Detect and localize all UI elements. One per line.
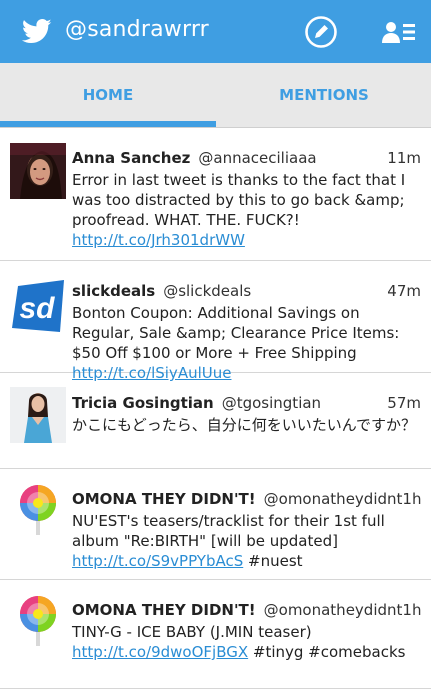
tweet-text: TINY-G - ICE BABY (J.MIN teaser) http://… bbox=[72, 622, 423, 662]
tweet-text: かこにもどったら、自分に何をいいたいんですか？ bbox=[72, 415, 423, 435]
tweet-content: slickdeals @slickdeals 47m Bonton Coupon… bbox=[72, 281, 423, 383]
lollipop-avatar[interactable] bbox=[10, 481, 66, 537]
tweet-text-body: TINY-G - ICE BABY (J.MIN teaser) bbox=[72, 623, 312, 641]
avatar[interactable] bbox=[10, 143, 66, 199]
tab-mentions[interactable]: MENTIONS bbox=[216, 63, 431, 127]
lollipop-avatar[interactable] bbox=[10, 592, 66, 648]
tweet-time: 1h bbox=[402, 601, 422, 619]
twitter-bird-icon[interactable] bbox=[22, 18, 52, 45]
tweet-meta: Anna Sanchez @annaceciliaaa 11m bbox=[72, 148, 423, 168]
author-name[interactable]: Anna Sanchez bbox=[72, 148, 190, 168]
avatar[interactable]: sd bbox=[10, 278, 66, 334]
author-screen-name[interactable]: @slickdeals bbox=[163, 281, 251, 301]
author-screen-name[interactable]: @annaceciliaaa bbox=[198, 148, 316, 168]
tweet-hashtags: #nuest bbox=[243, 552, 303, 570]
tweet-text-body: かこにもどったら、自分に何をいいたいんですか？ bbox=[72, 416, 416, 434]
author-name[interactable]: OMONA THEY DIDN'T! bbox=[72, 489, 256, 509]
tweet-link[interactable]: http://t.co/9dwoOFjBGX bbox=[72, 643, 248, 661]
author-name[interactable]: OMONA THEY DIDN'T! bbox=[72, 600, 256, 620]
tab-bar: HOME MENTIONS bbox=[0, 63, 431, 127]
compose-icon[interactable] bbox=[304, 15, 338, 49]
app-header: @sandrawrrr bbox=[0, 0, 431, 63]
tweet-meta: Tricia Gosingtian @tgosingtian 57m bbox=[72, 393, 423, 413]
svg-text:sd: sd bbox=[19, 292, 55, 325]
tweet-time: 1h bbox=[402, 490, 422, 508]
tweet-text-body: Error in last tweet is thanks to the fac… bbox=[72, 171, 406, 229]
tweet-time: 57m bbox=[387, 394, 421, 412]
author-name[interactable]: Tricia Gosingtian bbox=[72, 393, 214, 413]
tweet-content: OMONA THEY DIDN'T! @omonatheydidnt 1h TI… bbox=[72, 600, 423, 662]
author-screen-name[interactable]: @omonatheydidnt bbox=[264, 489, 403, 509]
people-icon[interactable] bbox=[382, 19, 416, 45]
tweet-row[interactable]: sd slickdeals @slickdeals 47m Bonton Cou… bbox=[0, 261, 431, 382]
tweet-time: 47m bbox=[387, 282, 421, 300]
account-handle: @sandrawrrr bbox=[65, 17, 209, 42]
tweet-text: Bonton Coupon: Additional Savings on Reg… bbox=[72, 303, 423, 383]
tweet-time: 11m bbox=[387, 149, 421, 167]
tweet-meta: OMONA THEY DIDN'T! @omonatheydidnt 1h bbox=[72, 600, 423, 620]
tweet-meta: slickdeals @slickdeals 47m bbox=[72, 281, 423, 301]
author-name[interactable]: slickdeals bbox=[72, 281, 155, 301]
author-screen-name[interactable]: @omonatheydidnt bbox=[264, 600, 403, 620]
tweet-hashtags: #tinyg #comebacks bbox=[248, 643, 406, 661]
tweet-link[interactable]: http://t.co/Jrh301drWW bbox=[72, 231, 245, 249]
tweet-row[interactable]: OMONA THEY DIDN'T! @omonatheydidnt 1h TI… bbox=[0, 580, 431, 689]
tweet-text: NU'EST's teasers/tracklist for their 1st… bbox=[72, 511, 423, 571]
tab-home[interactable]: HOME bbox=[0, 63, 216, 127]
avatar[interactable] bbox=[10, 387, 66, 443]
tweet-text-body: Bonton Coupon: Additional Savings on Reg… bbox=[72, 304, 400, 362]
tweet-link[interactable]: http://t.co/S9vPPYbAcS bbox=[72, 552, 243, 570]
tweet-text-body: NU'EST's teasers/tracklist for their 1st… bbox=[72, 512, 385, 550]
tweet-content: Tricia Gosingtian @tgosingtian 57m かこにもど… bbox=[72, 393, 423, 435]
tweet-row[interactable]: Tricia Gosingtian @tgosingtian 57m かこにもど… bbox=[0, 373, 431, 469]
tweet-content: OMONA THEY DIDN'T! @omonatheydidnt 1h NU… bbox=[72, 489, 423, 571]
tweet-text: Error in last tweet is thanks to the fac… bbox=[72, 170, 423, 250]
tweet-content: Anna Sanchez @annaceciliaaa 11m Error in… bbox=[72, 148, 423, 250]
author-screen-name[interactable]: @tgosingtian bbox=[222, 393, 321, 413]
tweet-row[interactable]: OMONA THEY DIDN'T! @omonatheydidnt 1h NU… bbox=[0, 469, 431, 580]
tweet-row[interactable]: Anna Sanchez @annaceciliaaa 11m Error in… bbox=[0, 128, 431, 261]
tweet-meta: OMONA THEY DIDN'T! @omonatheydidnt 1h bbox=[72, 489, 423, 509]
